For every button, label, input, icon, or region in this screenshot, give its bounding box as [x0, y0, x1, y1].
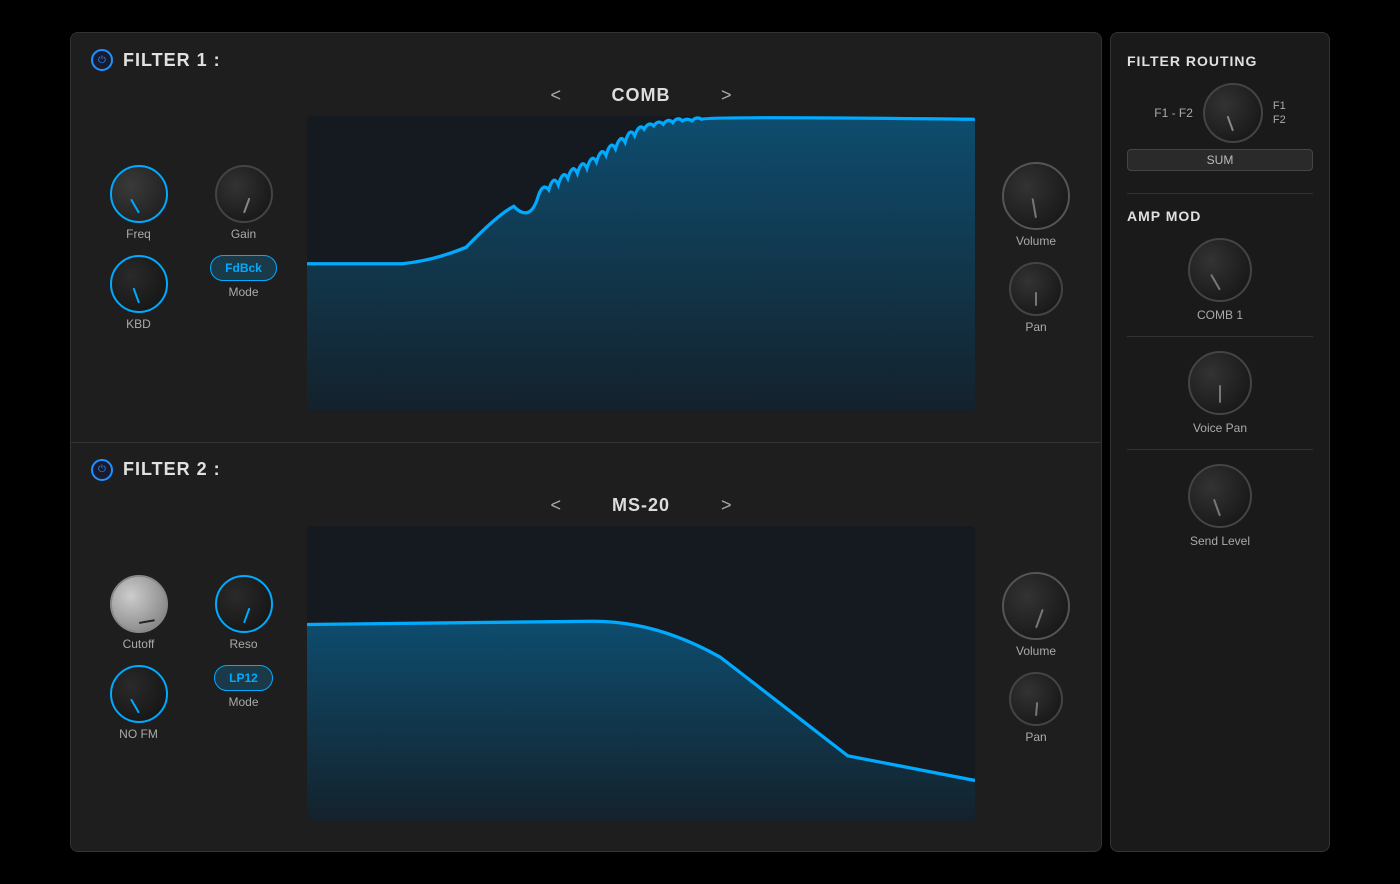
filter-routing-title: FILTER ROUTING	[1127, 53, 1313, 69]
filter2-pan-label: Pan	[1025, 730, 1046, 744]
filter2-cutoff-group: Cutoff	[91, 575, 186, 651]
filter1-kbd-label: KBD	[126, 317, 151, 331]
filter1-prev-button[interactable]: <	[550, 85, 561, 106]
divider-1	[1127, 193, 1313, 194]
filter2-cutoff-label: Cutoff	[123, 637, 155, 651]
filter1-freq-label: Freq	[126, 227, 151, 241]
f1-f2-label: F1 - F2	[1154, 106, 1193, 120]
filter1-mode-button[interactable]: FdBck	[210, 255, 277, 281]
send-level-knob[interactable]	[1188, 464, 1252, 528]
filter1-knobs-left: Freq Gain KBD Fd	[91, 165, 291, 331]
divider-2	[1127, 336, 1313, 337]
routing-knob-container	[1203, 83, 1263, 143]
amp-mod-section: AMP MOD COMB 1	[1127, 208, 1313, 322]
filter2-section: ⏻ FILTER 2 : Cutoff R	[71, 443, 1101, 852]
filter2-graph	[307, 526, 975, 822]
filter1-pan-knob[interactable]	[1009, 262, 1063, 316]
filter2-type-name: MS-20	[581, 495, 701, 516]
routing-area: F1 - F2 F1 F2	[1127, 83, 1313, 143]
filter1-type-name: COMB	[581, 85, 701, 106]
filter1-gain-group: Gain	[196, 165, 291, 241]
filter1-power-button[interactable]: ⏻	[91, 49, 113, 71]
filter2-pan-knob[interactable]	[1009, 672, 1063, 726]
right-panel: FILTER ROUTING F1 - F2 F1 F2 SUM AMP	[1110, 32, 1330, 852]
filter1-freq-group: Freq	[91, 165, 186, 241]
filter1-pan-group: Pan	[1009, 262, 1063, 334]
routing-sum-button[interactable]: SUM	[1127, 149, 1313, 171]
filter2-header: ⏻ FILTER 2 :	[91, 459, 1081, 481]
filter1-kbd-knob[interactable]	[110, 255, 168, 313]
filter2-mode-label: Mode	[228, 695, 258, 709]
filter2-reso-group: Reso	[196, 575, 291, 651]
filter2-nofm-knob[interactable]	[110, 665, 168, 723]
filter1-header: ⏻ FILTER 1 :	[91, 49, 1081, 71]
filter2-knobs-right: Volume Pan	[991, 572, 1081, 744]
filter2-title: FILTER 2 :	[123, 459, 221, 480]
filter2-volume-knob[interactable]	[1002, 572, 1070, 640]
filter1-freq-knob[interactable]	[110, 165, 168, 223]
filter2-power-button[interactable]: ⏻	[91, 459, 113, 481]
filter2-mode-button[interactable]: LP12	[214, 665, 273, 691]
amp-mod-knob-area: COMB 1	[1127, 238, 1313, 322]
filter2-nofm-group: NO FM	[91, 665, 186, 741]
filter2-cutoff-knob[interactable]	[110, 575, 168, 633]
filter1-gain-knob[interactable]	[215, 165, 273, 223]
filter2-volume-label: Volume	[1016, 644, 1056, 658]
f2-label: F2	[1273, 114, 1286, 126]
filter2-type-selector: < MS-20 >	[307, 495, 975, 516]
filter2-reso-label: Reso	[229, 637, 257, 651]
routing-labels: F1 F2	[1273, 100, 1286, 126]
filter2-next-button[interactable]: >	[721, 495, 732, 516]
filter1-volume-group: Volume	[1002, 162, 1070, 248]
filter2-nofm-label: NO FM	[119, 727, 158, 741]
filter1-mode-label: Mode	[228, 285, 258, 299]
filter1-display: < COMB >	[307, 85, 975, 412]
voice-pan-label: Voice Pan	[1193, 421, 1247, 435]
filter1-pan-label: Pan	[1025, 320, 1046, 334]
filter1-kbd-group: KBD	[91, 255, 186, 331]
routing-knob[interactable]	[1203, 83, 1263, 143]
amp-mod-title: AMP MOD	[1127, 208, 1313, 224]
filter2-reso-knob[interactable]	[215, 575, 273, 633]
voice-pan-knob[interactable]	[1188, 351, 1252, 415]
filter1-section: ⏻ FILTER 1 : Freq Gai	[71, 33, 1101, 443]
filter1-title: FILTER 1 :	[123, 50, 221, 71]
filter2-knobs-left: Cutoff Reso NO FM	[91, 575, 291, 741]
filter2-pan-group: Pan	[1009, 672, 1063, 744]
filter1-volume-knob[interactable]	[1002, 162, 1070, 230]
amp-mod-knob[interactable]	[1188, 238, 1252, 302]
divider-3	[1127, 449, 1313, 450]
send-level-section: Send Level	[1127, 464, 1313, 548]
amp-mod-label: COMB 1	[1197, 308, 1243, 322]
send-level-label: Send Level	[1190, 534, 1250, 548]
filter2-mode-group: LP12 Mode	[196, 665, 291, 741]
filter1-type-selector: < COMB >	[307, 85, 975, 106]
filter1-knobs-right: Volume Pan	[991, 162, 1081, 334]
filter2-prev-button[interactable]: <	[550, 495, 561, 516]
filter1-gain-label: Gain	[231, 227, 256, 241]
voice-pan-section: Voice Pan	[1127, 351, 1313, 435]
filter2-display: < MS-20 >	[307, 495, 975, 822]
f1-label: F1	[1273, 100, 1286, 112]
filter1-next-button[interactable]: >	[721, 85, 732, 106]
filter1-mode-group: FdBck Mode	[196, 255, 291, 331]
filter2-volume-group: Volume	[1002, 572, 1070, 658]
filter1-volume-label: Volume	[1016, 234, 1056, 248]
filter1-graph	[307, 116, 975, 412]
filter-routing-section: FILTER ROUTING F1 - F2 F1 F2 SUM	[1127, 53, 1313, 179]
